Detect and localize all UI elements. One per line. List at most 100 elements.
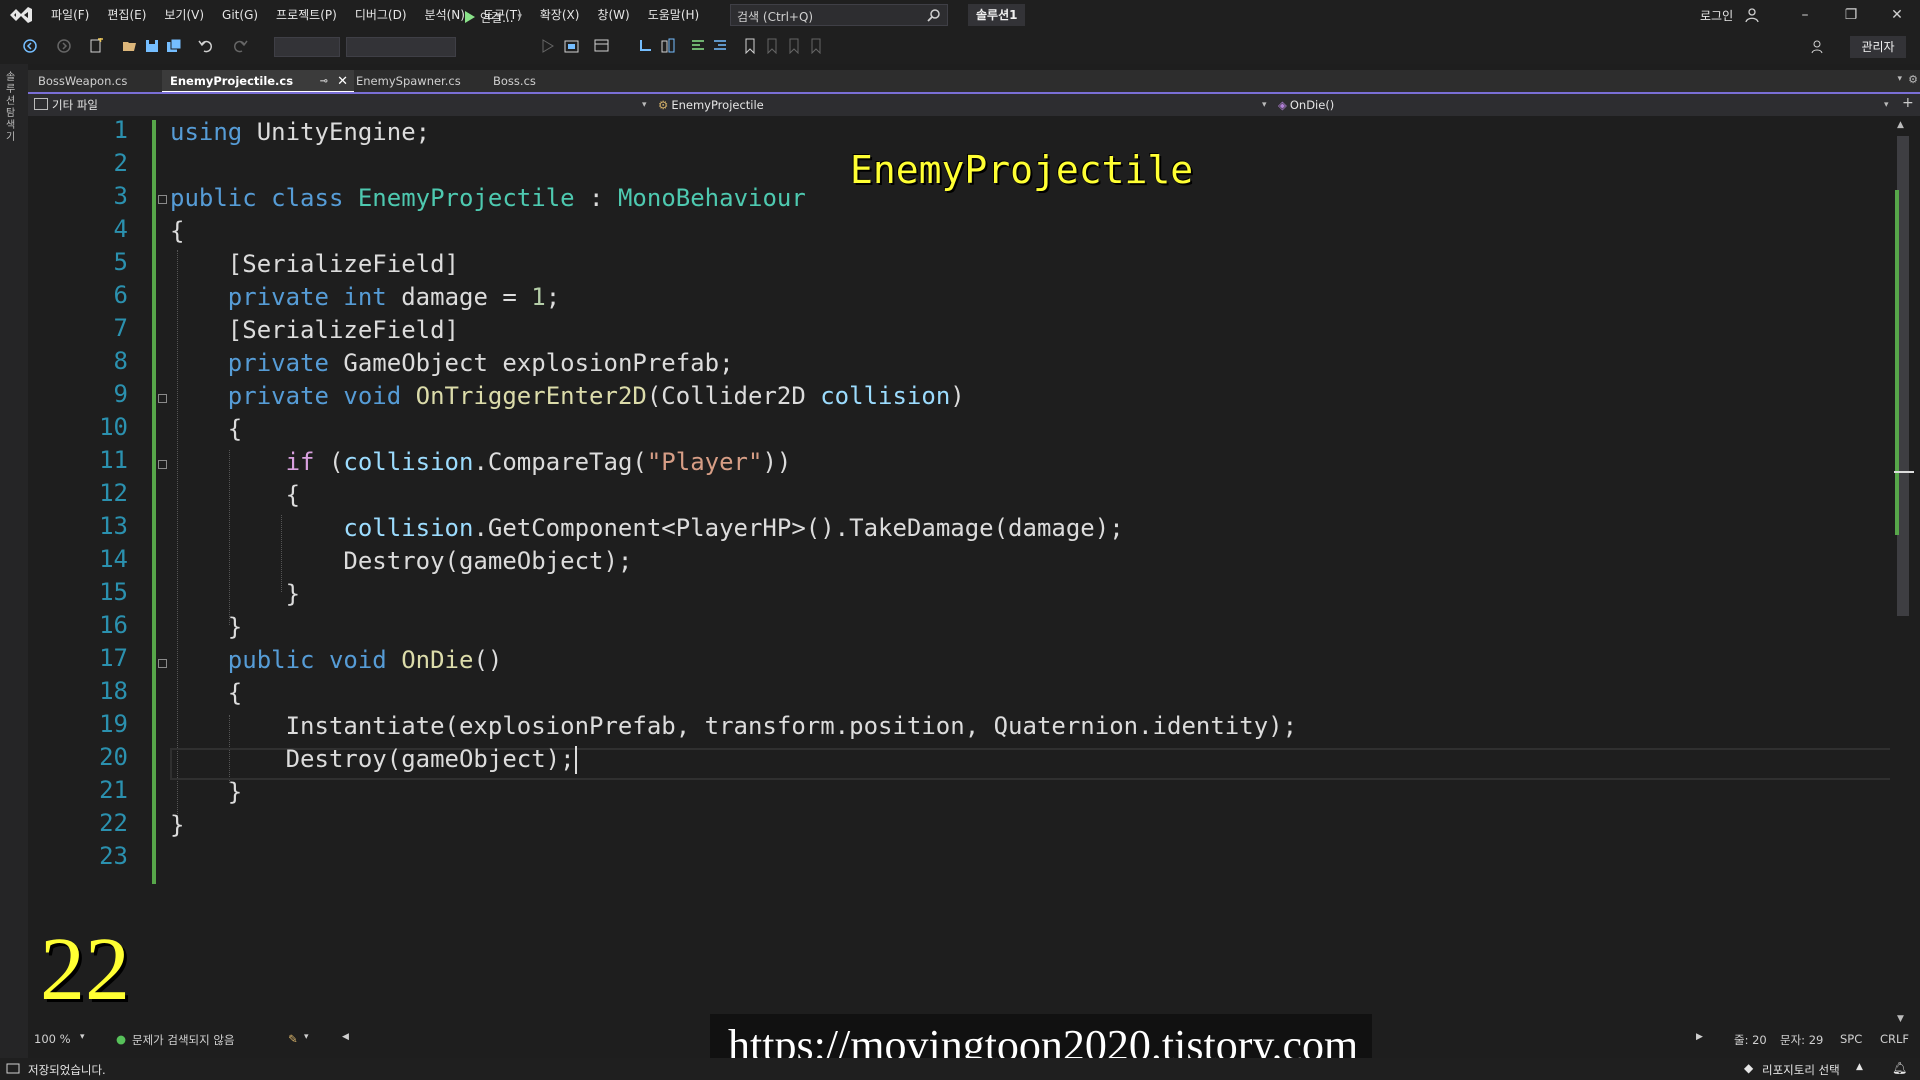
close-button[interactable]: ✕: [1874, 0, 1920, 30]
configuration-dropdown[interactable]: [274, 37, 340, 57]
restore-button[interactable]: ❐: [1828, 0, 1874, 30]
menu-git[interactable]: Git(G): [213, 0, 267, 30]
clear-bookmarks-icon[interactable]: [808, 38, 824, 54]
menu-project[interactable]: 프로젝트(P): [267, 0, 346, 30]
pin-icon[interactable]: ⊸: [320, 70, 328, 93]
code-line[interactable]: [SerializeField]: [170, 248, 459, 281]
attach-run-button[interactable]: 연결... ▾: [464, 7, 522, 27]
member-label: OnDie(): [1289, 98, 1335, 112]
code-line[interactable]: using UnityEngine;: [170, 116, 430, 149]
search-placeholder: 검색 (Ctrl+Q): [737, 10, 814, 24]
save-all-icon[interactable]: [166, 38, 182, 54]
menu-file[interactable]: 파일(F): [42, 0, 98, 30]
fold-toggle[interactable]: [158, 195, 167, 204]
columns-icon[interactable]: [660, 38, 676, 54]
chevron-down-icon[interactable]: ▾: [80, 1032, 85, 1042]
bookmark-icon[interactable]: [742, 38, 758, 54]
new-project-icon[interactable]: [88, 38, 104, 54]
repository-select[interactable]: 리포지토리 선택: [1762, 1062, 1840, 1078]
open-file-icon[interactable]: [122, 38, 138, 54]
code-line[interactable]: private GameObject explosionPrefab;: [170, 347, 734, 380]
scroll-down-icon[interactable]: ▼: [1897, 1014, 1904, 1024]
code-line[interactable]: [SerializeField]: [170, 314, 459, 347]
brush-icon[interactable]: ✎: [288, 1032, 298, 1046]
platform-dropdown[interactable]: [346, 37, 456, 57]
code-line[interactable]: {: [170, 479, 300, 512]
tab-enemyspawner[interactable]: EnemySpawner.cs: [348, 70, 469, 93]
menu-extensions[interactable]: 확장(X): [531, 0, 589, 30]
code-line[interactable]: }: [170, 611, 242, 644]
close-icon[interactable]: ✕: [337, 70, 348, 93]
redo-icon[interactable]: [232, 38, 248, 54]
code-line[interactable]: public class EnemyProjectile : MonoBehav…: [170, 182, 806, 215]
step-icon[interactable]: [638, 38, 654, 54]
scroll-right-icon[interactable]: ▶: [1696, 1032, 1703, 1042]
save-icon[interactable]: [144, 38, 160, 54]
code-line[interactable]: {: [170, 677, 242, 710]
code-line[interactable]: Instantiate(explosionPrefab, transform.p…: [170, 710, 1297, 743]
menu-debug[interactable]: 디버그(D): [346, 0, 416, 30]
code-line[interactable]: }: [170, 776, 242, 809]
code-line[interactable]: collision.GetComponent<PlayerHP>().TakeD…: [170, 512, 1123, 545]
code-line[interactable]: Destroy(gameObject);: [170, 743, 577, 776]
menu-edit[interactable]: 편집(E): [98, 0, 155, 30]
start-without-debug-icon[interactable]: [540, 38, 556, 54]
line-number: 9: [113, 380, 128, 408]
layout-icon[interactable]: [594, 38, 610, 54]
column-indicator[interactable]: 문자: 29: [1780, 1032, 1823, 1048]
issues-status[interactable]: 문제가 검색되지 않음: [132, 1032, 235, 1048]
run-label: 연결...: [480, 10, 514, 25]
fold-toggle[interactable]: [158, 394, 167, 403]
chevron-down-icon[interactable]: ▾: [304, 1032, 309, 1042]
back-icon[interactable]: [22, 38, 38, 54]
code-line[interactable]: {: [170, 413, 242, 446]
tab-overflow-icon[interactable]: ▾: [1897, 74, 1902, 84]
forward-icon[interactable]: [56, 38, 72, 54]
code-line[interactable]: Destroy(gameObject);: [170, 545, 632, 578]
code-line[interactable]: private int damage = 1;: [170, 281, 560, 314]
code-line[interactable]: }: [170, 809, 184, 842]
line-number: 6: [113, 281, 128, 309]
solution-explorer-tab[interactable]: 솔루션 탐색기: [6, 72, 22, 144]
account-icon[interactable]: [1745, 7, 1761, 23]
next-bookmark-icon[interactable]: [786, 38, 802, 54]
code-line[interactable]: if (collision.CompareTag("Player")): [170, 446, 792, 479]
tab-boss[interactable]: Boss.cs: [485, 70, 544, 93]
project-dropdown[interactable]: 기타 파일: [34, 94, 654, 116]
fold-toggle[interactable]: [158, 460, 167, 469]
browse-icon[interactable]: [564, 38, 580, 54]
chevron-down-icon: ▾: [1262, 100, 1267, 110]
code-line[interactable]: public void OnDie(): [170, 644, 503, 677]
tab-enemyprojectile[interactable]: EnemyProjectile.cs ⊸ ✕: [162, 70, 354, 93]
line-ending-indicator[interactable]: CRLF: [1880, 1032, 1909, 1046]
code-line[interactable]: private void OnTriggerEnter2D(Collider2D…: [170, 380, 965, 413]
prev-bookmark-icon[interactable]: [764, 38, 780, 54]
admin-badge[interactable]: 관리자: [1850, 36, 1906, 58]
comment-icon[interactable]: [690, 38, 706, 54]
scroll-up-icon[interactable]: ▲: [1897, 120, 1904, 130]
whitespace-indicator[interactable]: SPC: [1840, 1032, 1862, 1046]
notification-bell-icon[interactable]: 🔔︎: [1892, 1061, 1907, 1075]
line-indicator[interactable]: 줄: 20: [1734, 1032, 1767, 1048]
gear-icon[interactable]: ⚙: [1908, 73, 1918, 86]
menu-view[interactable]: 보기(V): [155, 0, 213, 30]
zoom-level[interactable]: 100 %: [34, 1032, 71, 1046]
search-input[interactable]: 검색 (Ctrl+Q): [730, 4, 948, 26]
member-dropdown[interactable]: ◈ OnDie(): [1278, 94, 1878, 116]
chevron-up-icon[interactable]: ▲: [1856, 1062, 1863, 1072]
code-text[interactable]: using UnityEngine; public class EnemyProj…: [170, 116, 1890, 886]
code-line[interactable]: }: [170, 578, 300, 611]
class-dropdown[interactable]: ⚙ EnemyProjectile: [658, 94, 1298, 116]
minimize-button[interactable]: –: [1782, 0, 1828, 30]
scroll-left-icon[interactable]: ◀: [342, 1032, 349, 1042]
code-line[interactable]: {: [170, 215, 184, 248]
undo-icon[interactable]: [198, 38, 214, 54]
uncomment-icon[interactable]: [712, 38, 728, 54]
fold-toggle[interactable]: [158, 659, 167, 668]
login-link[interactable]: 로그인: [1700, 7, 1733, 24]
menu-help[interactable]: 도움말(H): [639, 0, 709, 30]
tab-bossweapon[interactable]: BossWeapon.cs: [30, 70, 135, 93]
split-editor-icon[interactable]: +: [1902, 95, 1914, 111]
live-share-icon[interactable]: [1810, 38, 1826, 54]
menu-window[interactable]: 창(W): [588, 0, 638, 30]
